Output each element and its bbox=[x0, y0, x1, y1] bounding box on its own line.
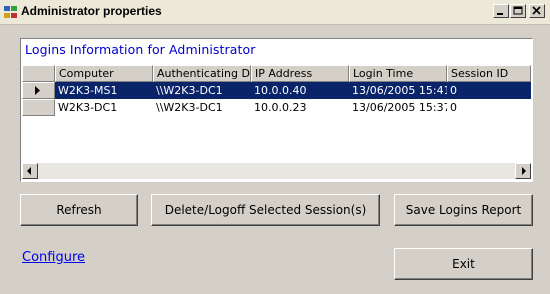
cell-computer: W2K3-MS1 bbox=[55, 82, 153, 99]
cell-login-time: 13/06/2005 15:41: bbox=[349, 82, 447, 99]
cell-login-time: 13/06/2005 15:37: bbox=[352, 101, 447, 114]
administrator-properties-window: Administrator properties Logins Informat… bbox=[0, 0, 550, 294]
cell-authenticating-dc: \\W2K3-DC1 bbox=[156, 101, 223, 114]
arrow-right-icon bbox=[522, 167, 526, 175]
maximize-button[interactable] bbox=[510, 4, 526, 18]
window-title: Administrator properties bbox=[21, 4, 162, 18]
current-row-arrow-icon bbox=[35, 86, 40, 95]
column-header-ip-address[interactable]: IP Address bbox=[251, 65, 349, 82]
table-row[interactable]: W2K3-DC1 \\W2K3-DC1 10.0.0.23 13/06/2005… bbox=[22, 99, 531, 116]
arrow-left-icon bbox=[27, 167, 31, 175]
table-row[interactable]: W2K3-MS1 \\W2K3-DC1 10.0.0.40 13/06/2005… bbox=[22, 82, 531, 99]
cell-authenticating-dc: \\W2K3-DC1 bbox=[153, 82, 251, 99]
minimize-button[interactable] bbox=[493, 4, 509, 18]
scroll-left-button[interactable] bbox=[22, 163, 38, 179]
column-header-computer[interactable]: Computer bbox=[55, 65, 153, 82]
close-button[interactable] bbox=[529, 4, 545, 18]
cell-ip-address: 10.0.0.40 bbox=[251, 82, 349, 99]
cell-ip-address: 10.0.0.23 bbox=[254, 101, 307, 114]
close-icon bbox=[532, 6, 541, 15]
maximize-icon bbox=[513, 6, 523, 15]
logins-grid[interactable]: Computer Authenticating DC IP Address Lo… bbox=[22, 65, 531, 180]
minimize-icon bbox=[497, 13, 503, 15]
refresh-button[interactable]: Refresh bbox=[20, 194, 138, 226]
grid-corner-header bbox=[22, 65, 55, 82]
logins-panel: Logins Information for Administrator Com… bbox=[20, 38, 533, 182]
row-selector[interactable] bbox=[22, 82, 55, 99]
app-icon bbox=[4, 6, 17, 18]
title-bar[interactable]: Administrator properties bbox=[0, 0, 550, 25]
delete-logoff-sessions-button[interactable]: Delete/Logoff Selected Session(s) bbox=[151, 194, 380, 226]
scroll-right-button[interactable] bbox=[515, 163, 531, 179]
column-header-authenticating-dc[interactable]: Authenticating DC bbox=[153, 65, 251, 82]
configure-link[interactable]: Configure bbox=[22, 250, 85, 265]
logins-panel-title: Logins Information for Administrator bbox=[25, 42, 256, 57]
column-header-login-time[interactable]: Login Time bbox=[349, 65, 447, 82]
horizontal-scrollbar[interactable] bbox=[22, 163, 531, 179]
column-header-session-id[interactable]: Session ID bbox=[447, 65, 531, 82]
cell-session-id: 0 bbox=[447, 82, 531, 99]
row-selector[interactable] bbox=[22, 99, 55, 116]
cell-session-id: 0 bbox=[450, 101, 457, 114]
cell-computer: W2K3-DC1 bbox=[58, 101, 118, 114]
exit-button[interactable]: Exit bbox=[394, 248, 533, 280]
save-logins-report-button[interactable]: Save Logins Report bbox=[394, 194, 533, 226]
